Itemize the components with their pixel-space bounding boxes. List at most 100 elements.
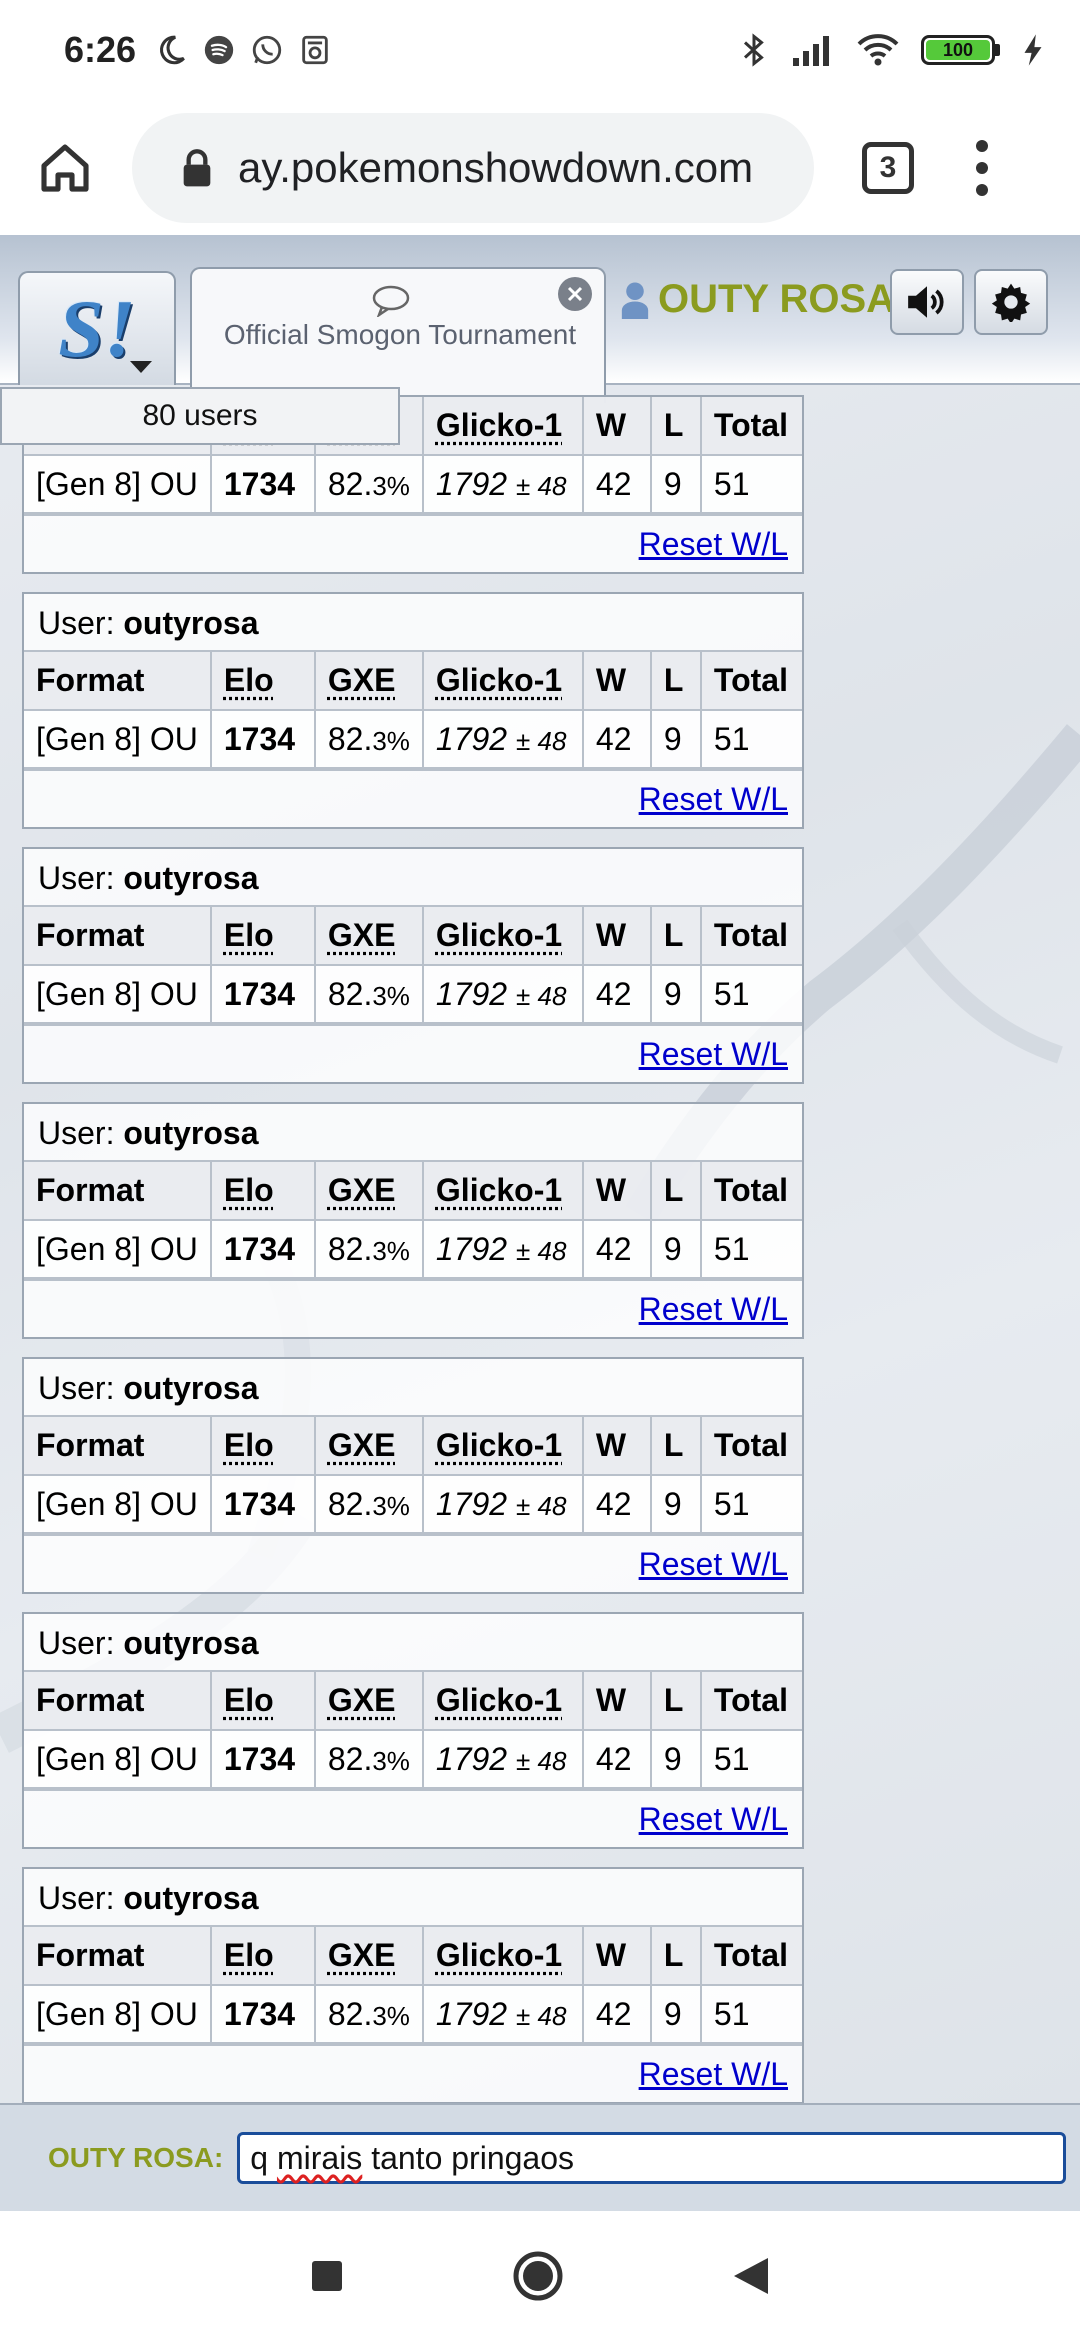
tab-room-official-smogon-tournament[interactable]: Official Smogon Tournament	[190, 267, 606, 403]
cell-losses: 9	[649, 454, 702, 514]
ladder-entry: User: outyrosa Format Elo GXE Glicko-1 W…	[22, 847, 804, 1084]
reset-wl-link[interactable]: Reset W/L	[639, 1291, 788, 1328]
header-losses: L	[649, 907, 702, 966]
header-format: Format	[24, 652, 212, 711]
chat-message-input[interactable]: q mirais tanto pringaos	[237, 2132, 1066, 2184]
cell-glicko: 1792 ± 48	[421, 1729, 584, 1789]
chevron-down-icon	[130, 361, 152, 373]
user-name: outyrosa	[123, 1625, 259, 1661]
header-elo[interactable]: Elo	[209, 1927, 316, 1986]
reset-wl-link[interactable]: Reset W/L	[639, 526, 788, 563]
cell-elo: 1734	[209, 964, 316, 1024]
ladder-entry: User: outyrosa Format Elo GXE Glicko-1 W…	[22, 1612, 804, 1849]
speaker-icon	[908, 286, 944, 318]
notification-icons	[154, 33, 332, 67]
reset-wl-link[interactable]: Reset W/L	[639, 1036, 788, 1073]
entry-user-line: User: outyrosa	[24, 594, 802, 652]
cell-losses: 9	[649, 1219, 702, 1279]
charging-icon	[1024, 34, 1042, 66]
bluetooth-icon	[743, 33, 764, 67]
table-header-row: Format Elo GXE Glicko-1 W L Total	[24, 907, 802, 966]
table-row: [Gen 8] OU 1734 82.3% 1792 ± 48 42 9 51	[24, 1219, 802, 1279]
sound-button[interactable]	[890, 269, 964, 335]
table-header-row: Format Elo GXE Glicko-1 W L Total	[24, 652, 802, 711]
cell-losses: 9	[649, 1474, 702, 1534]
header-gxe[interactable]: GXE	[313, 1672, 424, 1731]
cell-gxe: 82.3%	[313, 964, 424, 1024]
header-elo[interactable]: Elo	[209, 1162, 316, 1221]
reset-wl-link[interactable]: Reset W/L	[639, 1546, 788, 1583]
user-count-button[interactable]: 80 users	[0, 387, 400, 445]
header-wins: W	[581, 907, 652, 966]
settings-button[interactable]	[974, 269, 1048, 335]
showdown-header: S! Official Smogon Tournament OUTY ROSA	[0, 235, 1080, 403]
header-gxe[interactable]: GXE	[313, 1927, 424, 1986]
header-elo[interactable]: Elo	[209, 1417, 316, 1476]
header-losses: L	[649, 1417, 702, 1476]
browser-menu-button[interactable]	[972, 139, 992, 196]
whatsapp-icon	[252, 35, 282, 65]
entry-footer: Reset W/L	[24, 514, 802, 572]
user-label: User:	[38, 605, 115, 641]
entry-footer: Reset W/L	[24, 1024, 802, 1082]
entry-user-line: User: outyrosa	[24, 1869, 802, 1927]
reset-wl-link[interactable]: Reset W/L	[639, 2056, 788, 2093]
user-name: outyrosa	[123, 1370, 259, 1406]
header-glicko[interactable]: Glicko-1	[421, 1162, 584, 1221]
user-name-button[interactable]: OUTY ROSA	[620, 277, 895, 322]
entry-user-line: User: outyrosa	[24, 1359, 802, 1417]
header-elo[interactable]: Elo	[209, 652, 316, 711]
reset-wl-link[interactable]: Reset W/L	[639, 781, 788, 818]
cell-format: [Gen 8] OU	[24, 1984, 212, 2044]
header-gxe[interactable]: GXE	[313, 1417, 424, 1476]
header-glicko[interactable]: Glicko-1	[421, 1672, 584, 1731]
home-button[interactable]	[30, 133, 100, 203]
cell-gxe: 82.3%	[313, 454, 424, 514]
cell-losses: 9	[649, 964, 702, 1024]
header-glicko[interactable]: Glicko-1	[421, 1927, 584, 1986]
entry-footer: Reset W/L	[24, 2044, 802, 2102]
header-format: Format	[24, 1672, 212, 1731]
back-triangle-icon[interactable]	[732, 2256, 770, 2296]
header-glicko[interactable]: Glicko-1	[421, 397, 584, 456]
home-circle-icon[interactable]	[512, 2250, 564, 2302]
tab-switcher-button[interactable]: 3	[862, 141, 914, 194]
rating-table: Format Elo GXE Glicko-1 W L Total [Gen 8…	[24, 1672, 802, 1789]
header-gxe[interactable]: GXE	[313, 1162, 424, 1221]
close-icon[interactable]	[558, 277, 592, 311]
rating-table: Format Elo GXE Glicko-1 W L Total [Gen 8…	[24, 652, 802, 769]
header-total: Total	[699, 1162, 802, 1221]
user-name: outyrosa	[123, 860, 259, 896]
cell-format: [Gen 8] OU	[24, 709, 212, 769]
header-glicko[interactable]: Glicko-1	[421, 1417, 584, 1476]
ladder-entries: User: outyrosa Format Elo GXE Glicko-1 W…	[22, 395, 804, 2211]
cell-format: [Gen 8] OU	[24, 454, 212, 514]
showdown-menu-tab[interactable]: S!	[18, 271, 176, 385]
url-text: ay.pokemonshowdown.com	[238, 143, 754, 191]
header-gxe[interactable]: GXE	[313, 652, 424, 711]
header-gxe[interactable]: GXE	[313, 907, 424, 966]
address-bar[interactable]: ay.pokemonshowdown.com	[132, 112, 814, 223]
cell-losses: 9	[649, 1729, 702, 1789]
header-losses: L	[649, 1672, 702, 1731]
battery-level: 100	[926, 40, 990, 60]
ladder-entry: User: outyrosa Format Elo GXE Glicko-1 W…	[22, 592, 804, 829]
ladder-entry: User: outyrosa Format Elo GXE Glicko-1 W…	[22, 1357, 804, 1594]
header-glicko[interactable]: Glicko-1	[421, 907, 584, 966]
reset-wl-link[interactable]: Reset W/L	[639, 1801, 788, 1838]
cell-format: [Gen 8] OU	[24, 1219, 212, 1279]
header-wins: W	[581, 652, 652, 711]
header-format: Format	[24, 1927, 212, 1986]
cell-elo: 1734	[209, 1474, 316, 1534]
header-glicko[interactable]: Glicko-1	[421, 652, 584, 711]
chat-bubble-icon	[372, 285, 410, 317]
cell-gxe: 82.3%	[313, 1984, 424, 2044]
cell-total: 51	[699, 454, 802, 514]
recents-square-icon[interactable]	[310, 2259, 344, 2293]
cell-format: [Gen 8] OU	[24, 964, 212, 1024]
spotify-icon	[204, 35, 234, 65]
header-elo[interactable]: Elo	[209, 907, 316, 966]
header-elo[interactable]: Elo	[209, 1672, 316, 1731]
entry-footer: Reset W/L	[24, 769, 802, 827]
status-bar: 6:26 100	[0, 0, 1080, 100]
